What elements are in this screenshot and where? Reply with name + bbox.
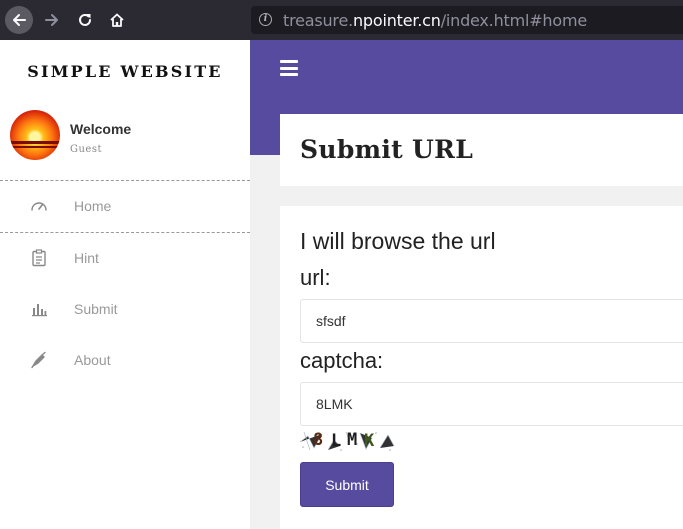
site-brand[interactable]: SIMPLE WEBSITE	[0, 62, 250, 81]
welcome-text: Welcome	[70, 121, 132, 137]
svg-text:8: 8	[313, 430, 323, 450]
home-button[interactable]	[103, 6, 131, 34]
arrow-right-icon	[45, 14, 58, 26]
sidebar-item-hint[interactable]: Hint	[0, 233, 250, 284]
address-bar[interactable]: i treasure.npointer.cn/index.html#home	[251, 6, 683, 34]
pen-icon	[31, 351, 46, 369]
forward-button[interactable]	[38, 6, 66, 34]
svg-text:L: L	[331, 431, 341, 451]
info-icon[interactable]: i	[259, 13, 272, 26]
sidebar-item-label: About	[74, 352, 111, 368]
sidebar-item-label: Hint	[74, 250, 99, 266]
speedometer-icon	[31, 202, 47, 211]
menu-toggle-icon[interactable]	[280, 60, 298, 76]
sidebar-item-home[interactable]: Home	[0, 181, 250, 233]
user-role: Guest	[70, 144, 102, 155]
submit-form: I will browse the url url: captcha: 8 L …	[280, 206, 683, 529]
url-text: treasure.npointer.cn/index.html#home	[283, 11, 587, 30]
title-card: Submit URL	[280, 114, 683, 186]
form-heading: I will browse the url	[300, 228, 496, 254]
home-icon	[110, 13, 124, 27]
user-profile: Welcome Guest	[0, 110, 250, 181]
sidebar: SIMPLE WEBSITE Welcome Guest Home Hint S…	[0, 40, 250, 529]
submit-button[interactable]: Submit	[300, 462, 394, 507]
clipboard-icon	[32, 249, 46, 267]
reload-icon	[79, 13, 91, 26]
arrow-left-icon	[13, 14, 26, 26]
sidebar-menu: Home Hint Submit About	[0, 181, 250, 386]
url-label: url:	[300, 265, 331, 290]
back-button[interactable]	[5, 6, 33, 34]
browser-toolbar: i treasure.npointer.cn/index.html#home	[0, 0, 683, 40]
page-title: Submit URL	[300, 135, 474, 164]
url-subdomain: treasure.	[283, 11, 353, 30]
bar-chart-icon	[32, 304, 47, 317]
url-path: /index.html#home	[440, 11, 587, 30]
url-host: npointer.cn	[352, 11, 441, 30]
captcha-image[interactable]: 8 L M K	[300, 430, 396, 452]
avatar	[10, 110, 60, 160]
captcha-input[interactable]	[300, 382, 683, 426]
svg-text:K: K	[364, 431, 375, 451]
sidebar-item-label: Home	[74, 198, 112, 214]
main-content: Submit URL I will browse the url url: ca…	[250, 40, 683, 529]
svg-text:M: M	[347, 430, 357, 450]
sidebar-item-about[interactable]: About	[0, 335, 250, 386]
url-input[interactable]	[300, 299, 683, 343]
sidebar-item-label: Submit	[74, 301, 118, 317]
captcha-label: captcha:	[300, 348, 384, 373]
reload-button[interactable]	[71, 6, 99, 34]
sidebar-item-submit[interactable]: Submit	[0, 284, 250, 335]
